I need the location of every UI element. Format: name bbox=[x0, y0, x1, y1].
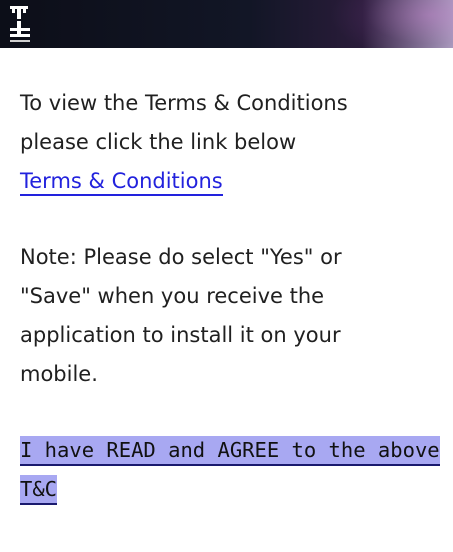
intro-line-1: To view the Terms & Conditions bbox=[20, 91, 348, 115]
terms-conditions-link[interactable]: Terms & Conditions bbox=[20, 169, 223, 196]
intro-text: To view the Terms & Conditions please cl… bbox=[20, 84, 440, 201]
note-line-3: application to install it on your bbox=[20, 323, 341, 347]
note-text: Note: Please do select "Yes" or "Save" w… bbox=[20, 238, 440, 394]
terms-content: To view the Terms & Conditions please cl… bbox=[20, 84, 440, 509]
intro-line-2: please click the link below bbox=[20, 130, 297, 154]
status-bar bbox=[0, 0, 453, 48]
agree-line-1: I have READ and AGREE to the above bbox=[20, 438, 440, 462]
agree-terms-link[interactable]: I have READ and AGREE to the above T&C bbox=[20, 436, 440, 505]
note-line-4: mobile. bbox=[20, 362, 98, 386]
signal-strength-icon bbox=[10, 6, 30, 42]
note-line-1: Note: Please do select "Yes" or bbox=[20, 245, 342, 269]
mobile-screen: To view the Terms & Conditions please cl… bbox=[0, 0, 453, 552]
agree-block: I have READ and AGREE to the above T&C bbox=[20, 431, 440, 509]
agree-line-2: T&C bbox=[20, 477, 58, 501]
note-line-2: "Save" when you receive the bbox=[20, 284, 325, 308]
status-bar-glow bbox=[330, 0, 453, 48]
